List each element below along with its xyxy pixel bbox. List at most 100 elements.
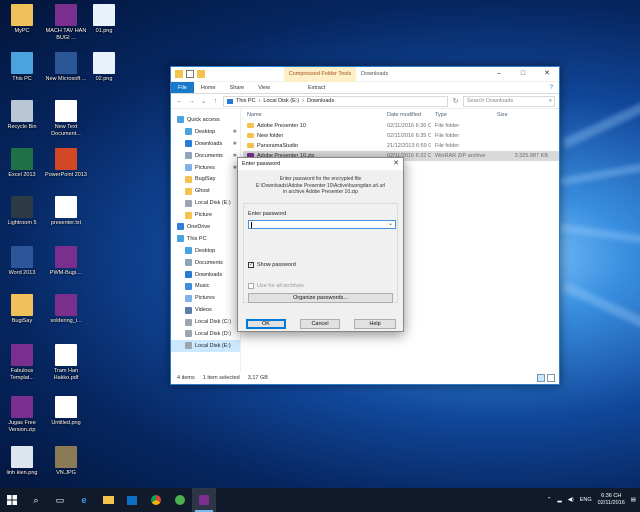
desktop-icon[interactable]: 02.png bbox=[82, 52, 126, 83]
forward-icon[interactable]: → bbox=[187, 97, 196, 106]
column-type[interactable]: Type bbox=[431, 110, 493, 121]
breadcrumb-downloads[interactable]: Downloads bbox=[307, 98, 334, 104]
sidebar-item[interactable]: Local Disk (E:) bbox=[171, 339, 240, 352]
desktop-icon-label: Tram Han Hakko.pdf bbox=[53, 368, 79, 381]
context-tab-compressed[interactable]: Compressed Folder Tools bbox=[284, 67, 356, 82]
desktop-icon[interactable]: PWM-Bugi.... bbox=[44, 246, 88, 277]
help-icon[interactable]: ? bbox=[550, 82, 553, 94]
refresh-icon[interactable]: ↻ bbox=[451, 97, 460, 106]
large-icons-view-icon[interactable] bbox=[547, 374, 555, 382]
sidebar-item[interactable]: Downloads ✱ bbox=[171, 138, 240, 150]
network-icon[interactable]: ▂ bbox=[557, 497, 561, 503]
breadcrumb-local-disk[interactable]: Local Disk (E:) bbox=[263, 98, 299, 104]
help-button[interactable]: Help bbox=[354, 319, 396, 329]
file-size bbox=[493, 141, 548, 151]
sidebar-item[interactable]: Desktop bbox=[171, 245, 240, 257]
breadcrumb-this-pc[interactable]: This PC bbox=[236, 98, 256, 104]
desktop-icon[interactable]: 01.png bbox=[82, 4, 126, 35]
app-icon[interactable] bbox=[168, 488, 192, 512]
desktop-icon[interactable]: Recycle Bin bbox=[0, 100, 44, 131]
tab-home[interactable]: Home bbox=[194, 82, 223, 93]
sidebar-item[interactable]: Desktop ✱ bbox=[171, 126, 240, 138]
desktop-icon[interactable]: Untitled.png bbox=[44, 396, 88, 427]
organize-passwords-button[interactable]: Organize passwords... bbox=[248, 293, 393, 303]
desktop-icon[interactable]: Lightroom 5 bbox=[0, 196, 44, 227]
pin-icon[interactable]: ✱ bbox=[233, 129, 237, 135]
up-icon[interactable]: ↑ bbox=[211, 97, 220, 106]
volume-icon[interactable]: ◀) bbox=[568, 497, 574, 503]
desktop-icon[interactable]: Word 2013 bbox=[0, 246, 44, 277]
tab-file[interactable]: File bbox=[171, 82, 194, 93]
password-field[interactable]: ⌄ bbox=[248, 220, 396, 229]
chevron-down-icon[interactable]: ⌄ bbox=[388, 220, 393, 227]
search-input[interactable]: Search Downloads ⌕ bbox=[463, 95, 555, 107]
column-name[interactable]: Name bbox=[243, 110, 383, 121]
language-indicator[interactable]: ENG bbox=[580, 497, 592, 503]
sidebar-item[interactable]: Quick access bbox=[171, 114, 240, 126]
new-folder-icon[interactable] bbox=[197, 70, 205, 78]
sidebar-item[interactable]: OneDrive bbox=[171, 221, 240, 233]
sidebar-item[interactable]: BugiSay bbox=[171, 173, 240, 185]
desktop-icon[interactable]: VN.JPG bbox=[44, 446, 88, 477]
table-row[interactable]: Adobe Presenter 10 02/11/2016 6:36 CH File… bbox=[243, 121, 559, 131]
desktop-icon[interactable]: Fabulous Templat... bbox=[0, 344, 44, 381]
clock[interactable]: 6:36 CH 02/11/2016 bbox=[598, 493, 625, 507]
sidebar-item[interactable]: Videos bbox=[171, 304, 240, 316]
back-icon[interactable]: ← bbox=[175, 97, 184, 106]
table-row[interactable]: New folder 02/11/2016 6:35 CH File folder bbox=[243, 131, 559, 141]
desktop-icon[interactable]: soldering_i... bbox=[44, 294, 88, 325]
desktop-icon[interactable]: This PC bbox=[0, 52, 44, 83]
use-for-all-checkbox[interactable]: Use for all archives bbox=[248, 283, 304, 289]
column-size[interactable]: Size bbox=[493, 110, 548, 121]
tab-extract[interactable]: Extract bbox=[301, 82, 332, 94]
pin-icon[interactable]: ✱ bbox=[233, 141, 237, 147]
winrar-icon[interactable] bbox=[192, 488, 216, 512]
properties-icon[interactable] bbox=[186, 70, 194, 78]
column-date[interactable]: Date modified bbox=[383, 110, 431, 121]
sidebar-item[interactable]: Documents ✱ bbox=[171, 150, 240, 162]
notifications-icon[interactable]: ▤ bbox=[631, 497, 636, 503]
sidebar-item[interactable]: Pictures bbox=[171, 292, 240, 304]
sidebar-item[interactable]: Documents bbox=[171, 257, 240, 269]
maximize-button[interactable]: □ bbox=[511, 67, 535, 82]
sidebar-item[interactable]: Local Disk (D:) bbox=[171, 328, 240, 340]
show-password-checkbox[interactable]: ✓ Show password bbox=[248, 262, 296, 268]
sidebar-item[interactable]: Local Disk (E:) bbox=[171, 197, 240, 209]
desktop-icon[interactable]: Tram Han Hakko.pdf bbox=[44, 344, 88, 381]
desktop-icon[interactable]: linh kien.png bbox=[0, 446, 44, 477]
details-view-icon[interactable] bbox=[537, 374, 545, 382]
folder-icon[interactable] bbox=[175, 70, 183, 78]
task-view-icon[interactable]: ▭ bbox=[48, 488, 72, 512]
tab-share[interactable]: Share bbox=[223, 82, 252, 93]
desktop-icon[interactable]: Excel 2013 bbox=[0, 148, 44, 179]
chevron-down-icon[interactable]: ⌄ bbox=[199, 97, 208, 106]
close-button[interactable]: ✕ bbox=[535, 67, 559, 82]
sidebar-item[interactable]: Picture bbox=[171, 209, 240, 221]
desktop-icon[interactable]: PowerPoint 2013 bbox=[44, 148, 88, 179]
desktop-icon[interactable]: presenter.txt bbox=[44, 196, 88, 227]
sidebar-item[interactable]: Local Disk (C:) bbox=[171, 316, 240, 328]
start-button[interactable] bbox=[0, 488, 24, 512]
search-icon[interactable]: ⌕ bbox=[24, 488, 48, 512]
ok-button[interactable]: OK bbox=[246, 319, 286, 329]
desktop-icon[interactable]: MyPC bbox=[0, 4, 44, 35]
cancel-button[interactable]: Cancel bbox=[300, 319, 340, 329]
edge-icon[interactable]: e bbox=[72, 488, 96, 512]
close-icon[interactable]: ✕ bbox=[393, 158, 399, 170]
table-row[interactable]: PanoramaStudio 21/12/2013 6:59 CH File fol… bbox=[243, 141, 559, 151]
people-icon[interactable]: ⌃ bbox=[547, 497, 552, 503]
sidebar-item[interactable]: This PC bbox=[171, 233, 240, 245]
sidebar-item[interactable]: Music bbox=[171, 280, 240, 292]
chrome-icon[interactable] bbox=[144, 488, 168, 512]
minimize-button[interactable]: – bbox=[487, 67, 511, 82]
desktop-icon[interactable]: Jugas Free Version.zip bbox=[0, 396, 44, 433]
sidebar-item[interactable]: Ghost bbox=[171, 185, 240, 197]
store-icon[interactable] bbox=[120, 488, 144, 512]
sidebar-item[interactable]: Downloads bbox=[171, 269, 240, 281]
sidebar-item[interactable]: Pictures ✱ bbox=[171, 162, 240, 174]
file-explorer-icon[interactable] bbox=[96, 488, 120, 512]
desktop-icon[interactable]: New Text Document... bbox=[44, 100, 88, 137]
tab-view[interactable]: View bbox=[251, 82, 277, 93]
desktop-icon[interactable]: BugiSay bbox=[0, 294, 44, 325]
address-bar[interactable]: This PC › Local Disk (E:) › Downloads bbox=[223, 95, 448, 107]
